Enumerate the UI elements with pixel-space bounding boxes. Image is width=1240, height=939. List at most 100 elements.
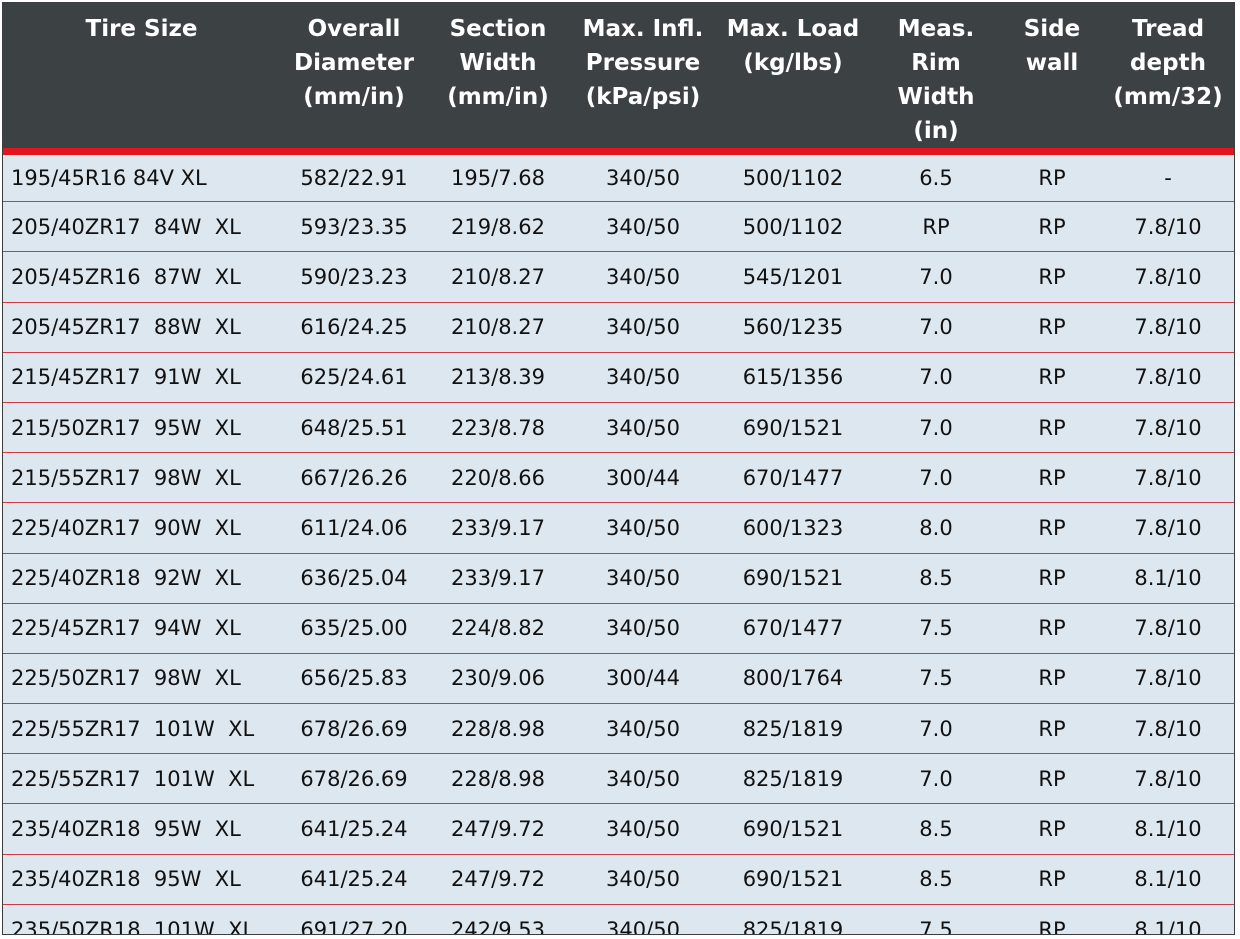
cell-measuring-rim-width: 7.5 — [868, 903, 1004, 934]
header-label-line: Max. Load — [726, 16, 860, 42]
cell-sidewall: RP — [1038, 166, 1066, 191]
cell-section-width: 228/8.98 — [428, 753, 568, 804]
header-label-line: Diameter — [294, 50, 414, 76]
header-label-line: Section — [449, 16, 547, 42]
table-body: 195/45R16 84V XL 582/22.91 195/7.68 340/50 5… — [3, 151, 1234, 934]
table-row: 235/40ZR18 95W XL 641/25.24 247/9.72 340/50… — [3, 803, 1234, 855]
cell-max-load: 500/1102 — [718, 201, 868, 252]
cell-sidewall: RP — [1004, 452, 1100, 503]
cell-tread-depth: 7.8/10 — [1100, 401, 1234, 453]
cell-overall-diameter: 590/23.23 — [280, 251, 428, 303]
cell-sidewall: RP — [1004, 652, 1100, 704]
cell-sidewall: RP — [1004, 351, 1100, 403]
cell-section-width: 220/8.66 — [428, 452, 568, 503]
header-tire-size: Tire Size — [3, 3, 280, 155]
header-label-line: Width — [459, 50, 537, 76]
cell-max-inflation-pressure: 340/50 — [568, 301, 718, 353]
cell-section-width: 224/8.82 — [428, 602, 568, 654]
header-section-width: Section Width (mm/in) — [428, 3, 568, 155]
cell-tire-size: 215/55ZR17 98W XL — [3, 452, 280, 503]
cell-measuring-rim-width: 8.5 — [868, 552, 1004, 604]
table-row: 235/40ZR18 95W XL 641/25.24 247/9.72 340/50… — [3, 853, 1234, 905]
cell-tread-depth: 7.8/10 — [1100, 351, 1234, 403]
header-label-line: Max. Infl. — [582, 16, 704, 42]
cell-max-load: 825/1819 — [718, 703, 868, 754]
header-measuring-rim-width: Meas. Rim Width (in) — [868, 3, 1004, 155]
cell-sidewall: RP — [1004, 552, 1100, 604]
cell-overall-diameter: 656/25.83 — [280, 652, 428, 704]
cell-max-load: 615/1356 — [718, 351, 868, 403]
table-row: 225/45ZR17 94W XL 635/25.00 224/8.82 340/50… — [3, 602, 1234, 654]
cell-measuring-rim-width: 8.5 — [868, 853, 1004, 905]
cell-overall-diameter: 678/26.69 — [280, 753, 428, 804]
cell-tire-size: 225/50ZR17 98W XL — [3, 652, 280, 704]
cell-tire-size: 235/50ZR18 101W XL — [3, 903, 280, 934]
header-overall-diameter: Overall Diameter (mm/in) — [280, 3, 428, 155]
table-row: 225/40ZR18 92W XL 636/25.04 233/9.17 340/50… — [3, 552, 1234, 604]
cell-tread-depth: 7.8/10 — [1100, 703, 1234, 754]
cell-sidewall: RP — [1004, 251, 1100, 303]
cell-tread-depth: 7.8/10 — [1100, 602, 1234, 654]
cell-section-width: 242/9.53 — [428, 903, 568, 934]
table-row: 215/45ZR17 91W XL 625/24.61 213/8.39 340/50… — [3, 351, 1234, 403]
cell-max-inflation-pressure: 340/50 — [568, 552, 718, 604]
cell-max-load: 690/1521 — [718, 853, 868, 905]
table-row: 225/55ZR17 101W XL 678/26.69 228/8.98 340/5… — [3, 703, 1234, 754]
cell-sidewall: RP — [1004, 301, 1100, 353]
header-label-line: Tire Size — [85, 16, 198, 42]
cell-sidewall: RP — [1004, 803, 1100, 855]
header-label-line: (mm/in) — [303, 84, 405, 110]
cell-tire-size: 225/45ZR17 94W XL — [3, 602, 280, 654]
cell-section-width: 210/8.27 — [428, 251, 568, 303]
cell-overall-diameter: 641/25.24 — [280, 803, 428, 855]
cell-max-load: 670/1477 — [718, 602, 868, 654]
cell-overall-diameter: 625/24.61 — [280, 351, 428, 403]
cell-tread-depth: 7.8/10 — [1100, 652, 1234, 704]
cell-tread-depth: 8.1/10 — [1100, 552, 1234, 604]
cell-tread-depth: 7.8/10 — [1100, 251, 1234, 303]
header-label-line: (mm/in) — [447, 84, 549, 110]
header-label-line: Tread — [1131, 16, 1205, 42]
table-header: Tire Size Overall Diameter (mm/in) Section Wi… — [3, 3, 1234, 155]
cell-section-width: 230/9.06 — [428, 652, 568, 704]
cell-measuring-rim-width: 7.0 — [868, 251, 1004, 303]
cell-section-width: 223/8.78 — [428, 401, 568, 453]
cell-tire-size: 225/40ZR18 92W XL — [3, 552, 280, 604]
cell-measuring-rim-width: 6.5 — [919, 166, 953, 191]
cell-tread-depth: 8.1/10 — [1100, 903, 1234, 934]
cell-max-load: 500/1102 — [742, 166, 844, 191]
cell-tread-depth: 7.8/10 — [1100, 452, 1234, 503]
cell-overall-diameter: 616/24.25 — [280, 301, 428, 353]
cell-tire-size: 205/40ZR17 84W XL — [3, 201, 280, 252]
cell-max-inflation-pressure: 340/50 — [568, 351, 718, 403]
cell-overall-diameter: 678/26.69 — [280, 703, 428, 754]
table-row: 225/40ZR17 90W XL 611/24.06 233/9.17 340/50… — [3, 502, 1234, 553]
cell-max-inflation-pressure: 300/44 — [568, 652, 718, 704]
cell-max-inflation-pressure: 340/50 — [568, 703, 718, 754]
header-label-line: wall — [1025, 50, 1079, 76]
header-label-line: Pressure — [585, 50, 701, 76]
header-label-line: (kPa/psi) — [585, 84, 701, 110]
cell-measuring-rim-width: 7.0 — [868, 753, 1004, 804]
cell-measuring-rim-width: 7.5 — [868, 602, 1004, 654]
cell-sidewall: RP — [1004, 853, 1100, 905]
cell-max-inflation-pressure: 340/50 — [568, 753, 718, 804]
cell-max-inflation-pressure: 340/50 — [568, 903, 718, 934]
cell-sidewall: RP — [1004, 401, 1100, 453]
cell-overall-diameter: 593/23.35 — [280, 201, 428, 252]
cell-tread-depth: 8.1/10 — [1100, 853, 1234, 905]
cell-measuring-rim-width: 7.0 — [868, 452, 1004, 503]
cell-section-width: 247/9.72 — [428, 803, 568, 855]
header-label-line: Meas. Rim — [897, 16, 975, 76]
cell-sidewall: RP — [1004, 753, 1100, 804]
cell-measuring-rim-width: 7.0 — [868, 401, 1004, 453]
header-max-inflation-pressure: Max. Infl. Pressure (kPa/psi) — [568, 3, 718, 155]
cell-max-load: 600/1323 — [718, 502, 868, 553]
table-row: 215/55ZR17 98W XL 667/26.26 220/8.66 300/44… — [3, 452, 1234, 503]
cell-overall-diameter: 648/25.51 — [280, 401, 428, 453]
cell-measuring-rim-width: 8.5 — [868, 803, 1004, 855]
cell-overall-diameter: 691/27.20 — [280, 903, 428, 934]
cell-overall-diameter: 667/26.26 — [280, 452, 428, 503]
header-label-line: Side — [1023, 16, 1081, 42]
tire-spec-table-frame: Tire Size Overall Diameter (mm/in) Section Wi… — [2, 2, 1235, 935]
